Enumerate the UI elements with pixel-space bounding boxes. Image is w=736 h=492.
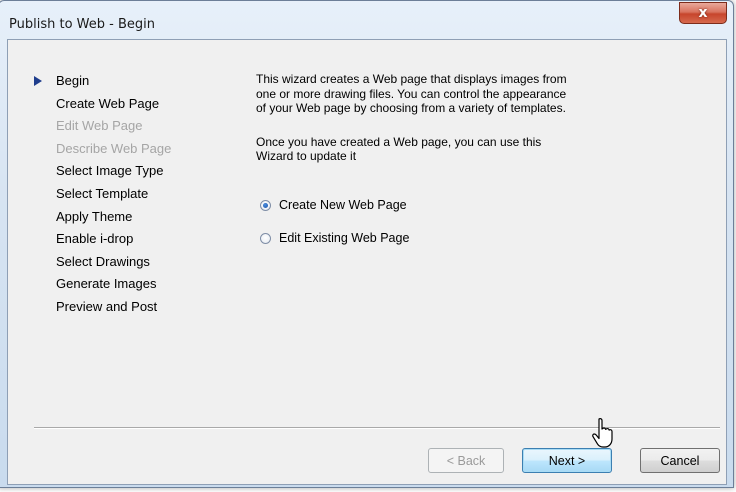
step-label: Apply Theme	[56, 208, 133, 224]
window-title: Publish to Web - Begin	[9, 17, 155, 32]
dialog-body: Begin Create Web Page Edit Web Page Desc…	[7, 39, 727, 485]
step-label: Begin	[56, 73, 90, 88]
radio-button-checked[interactable]	[260, 199, 271, 211]
step-begin: Begin	[28, 70, 171, 93]
step-label: Select Image Type	[56, 163, 164, 179]
step-label: Create Web Page	[56, 95, 160, 111]
step-preview-and-post: Preview and Post	[28, 296, 171, 319]
create-new-web-page-option[interactable]: Create New Web Page	[260, 196, 407, 214]
step-generate-images: Generate Images	[28, 273, 171, 296]
step-enable-i-drop: Enable i-drop	[28, 228, 171, 251]
close-icon: x	[698, 5, 708, 21]
step-label: Select Template	[56, 185, 149, 201]
note-text: Once you have created a Web page, you ca…	[256, 134, 542, 164]
step-select-drawings: Select Drawings	[28, 251, 171, 274]
radio-button[interactable]	[260, 232, 271, 244]
mouse-pointer-icon	[592, 418, 613, 448]
intro-text: This wizard creates a Web page that disp…	[256, 72, 567, 115]
next-button[interactable]: Next >	[522, 448, 612, 473]
step-label: Describe Web Page	[56, 140, 172, 156]
step-create-web-page: Create Web Page	[28, 93, 171, 116]
wizard-steps: Begin Create Web Page Edit Web Page Desc…	[28, 70, 171, 319]
step-select-image-type: Select Image Type	[28, 160, 171, 183]
step-label: Enable i-drop	[56, 231, 134, 247]
close-button[interactable]: x	[679, 2, 727, 24]
step-label: Select Drawings	[56, 253, 150, 269]
wizard-content: This wizard creates a Web page that disp…	[256, 72, 696, 245]
step-apply-theme: Apply Theme	[28, 206, 171, 229]
arrow-right-icon	[34, 76, 42, 86]
cancel-button[interactable]: Cancel	[640, 448, 720, 473]
step-select-template: Select Template	[28, 183, 171, 206]
step-label: Generate Images	[56, 276, 157, 292]
step-label: Edit Web Page	[56, 118, 143, 134]
option-label: Edit Existing Web Page	[279, 231, 410, 245]
option-label: Create New Web Page	[279, 198, 407, 212]
back-button[interactable]: < Back	[428, 448, 504, 473]
edit-existing-web-page-option[interactable]: Edit Existing Web Page	[260, 229, 409, 247]
title-bar[interactable]: Publish to Web - Begin x	[0, 1, 733, 39]
step-edit-web-page: Edit Web Page	[28, 115, 171, 138]
step-label: Preview and Post	[56, 298, 158, 314]
step-describe-web-page: Describe Web Page	[28, 138, 171, 161]
divider	[34, 427, 720, 429]
dialog-window: Publish to Web - Begin x Begin Create We…	[0, 0, 734, 488]
